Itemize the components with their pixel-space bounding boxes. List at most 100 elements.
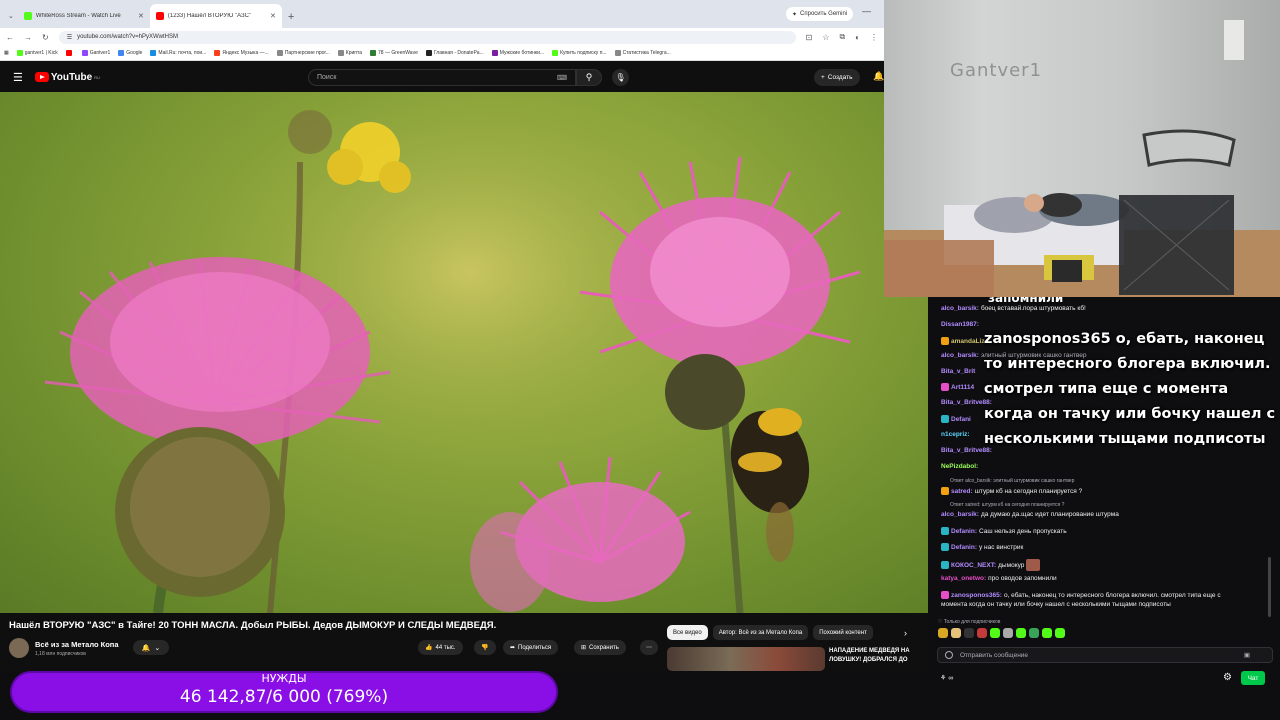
chip-author[interactable]: Автор: Всё из за Метало Копа [712,625,809,640]
close-icon[interactable]: ✕ [138,12,144,20]
bookmark[interactable]: 78 — GreenWave [370,50,418,56]
chat-scrollbar[interactable] [1268,557,1271,617]
chevron-right-icon[interactable]: › [904,628,907,638]
chip-similar[interactable]: Похожий контент [813,625,873,640]
dislike-button[interactable]: 👎 [474,640,496,655]
tab-list-icon[interactable]: ⌄ [8,12,14,20]
emote-icon[interactable] [1029,628,1039,638]
voice-search-button[interactable]: 🎙 [612,69,629,86]
channel-avatar[interactable] [9,638,29,658]
emoji-icon[interactable] [945,651,953,659]
like-button[interactable]: 👍 44 тыс. [418,640,463,655]
chat-input[interactable]: Отправить сообщение ▣ [937,647,1273,663]
thumbs-down-icon: 👎 [481,645,489,651]
chip-all-videos[interactable]: Все видео [667,625,708,640]
sub-badge-icon [941,415,949,423]
save-icon: ⊞ [581,645,587,651]
create-button[interactable]: + Создать [814,69,860,86]
share-icon: ➦ [510,645,516,651]
bookmark-folder[interactable]: Партнерские прог... [276,50,330,56]
send-icon[interactable]: ▣ [1244,651,1250,659]
save-button[interactable]: ⊞ Сохранить [574,640,626,655]
search-input[interactable]: Поиск ⌨ [308,69,576,86]
chat-message: Art1114 [941,383,974,391]
install-icon[interactable]: ⊡ [806,33,813,42]
sub-badge-icon [941,527,949,535]
url-field[interactable]: ☰ youtube.com/watch?v=hPyXWwtHSM [58,30,796,44]
minimize-icon[interactable]: — [862,6,871,16]
emote-icon[interactable] [1055,628,1065,638]
bookmark-star-icon[interactable]: ☆ [822,33,829,42]
emote-icon[interactable] [951,628,961,638]
bookmark[interactable] [65,50,74,56]
chat-message: Bita_v_Brit [941,368,976,375]
share-button[interactable]: ➦ Поделиться [503,640,559,655]
apps-grid-icon[interactable]: ▦ [4,50,9,56]
site-info-icon[interactable]: ☰ [67,34,72,41]
address-bar-row: ← → ↻ ☰ youtube.com/watch?v=hPyXWwtHSM ⊡ … [0,28,884,46]
notifications-bell-icon[interactable]: 🔔 [873,71,884,82]
channel-name[interactable]: Всё из за Метало Копа [35,640,119,649]
emote-icon[interactable] [964,628,974,638]
more-dots-icon: ⋯ [646,645,652,651]
emote-icon[interactable] [977,628,987,638]
bookmark[interactable]: Яндекс Музыка —... [214,50,269,56]
video-title: Нашёл ВТОРУЮ "АЗС" в Тайге! 20 ТОНН МАСЛ… [9,620,497,631]
chat-message: Dissan1987: [941,321,979,328]
emote-icon[interactable] [1003,628,1013,638]
recommended-video-title[interactable]: НАПАДЕНИЕ МЕДВЕДЯ НА ЛОВУШКУ! ДОБРАЛСЯ Д… [829,647,924,665]
emote-icon[interactable] [938,628,948,638]
chat-message: Defanin: Саш нельзя день пропускать [941,527,1067,535]
video-player[interactable] [0,92,928,613]
recommended-video-thumbnail[interactable] [667,647,825,671]
forward-icon[interactable]: → [24,33,32,42]
emote-bar [938,628,1065,638]
bookmark[interactable]: gantver1 | Kick [16,50,58,56]
keyboard-icon[interactable]: ⌨ [557,74,567,82]
donation-goal-bar: НУЖДЫ 46 142,87/6 000 (769%) [12,672,556,711]
overlay-text: о, ебать, наконец то интересного блогера… [984,331,1276,447]
chat-message: Defani [941,415,971,423]
emote-icon[interactable] [1042,628,1052,638]
sub-badge-icon [941,383,949,391]
reload-icon[interactable]: ↻ [42,33,49,42]
chat-send-button[interactable]: Чат [1241,671,1265,685]
bookmark[interactable]: Gantver1 [81,50,110,56]
extensions-icon[interactable]: ⧉ [839,32,845,42]
more-actions-button[interactable]: ⋯ [640,640,658,655]
webcam-overlay: Gantver1 [884,0,1280,297]
highlighted-message-overlay: zanosponos365 о, ебать, наконец то интер… [984,327,1276,487]
bookmark-folder[interactable]: Статистика Telegra... [614,50,671,56]
bookmark-folder[interactable]: Крипта [337,50,362,56]
subscribed-button[interactable]: 🔔 ⌄ [133,640,169,655]
hamburger-menu-icon[interactable]: ☰ [13,71,23,84]
sub-badge-icon [941,543,949,551]
chat-message: КОКОС_NEXT: дымокур [941,559,1041,571]
profile-icon[interactable]: ◐ [855,33,860,42]
browser-tabstrip: ⌄ WhiteRoss Stream - Watch Live ✕ (1233)… [0,0,884,28]
emote-icon[interactable] [990,628,1000,638]
bookmark[interactable]: Купить подписку п... [552,50,607,56]
back-icon[interactable]: ← [6,33,14,42]
bookmarks-bar: ▦ gantver1 | Kick Gantver1 Google Mail.R… [0,46,884,61]
youtube-logo[interactable]: YouTube RU [34,72,100,83]
search-button[interactable]: ⚲ [576,69,602,86]
gear-icon[interactable]: ⚙ [1223,672,1232,683]
search-icon: ⚲ [585,72,593,82]
bookmark[interactable]: Мужские ботинки... [491,50,544,56]
thumbs-up-icon: 👍 [425,645,433,651]
browser-tab-kick[interactable]: WhiteRoss Stream - Watch Live ✕ [17,4,150,28]
menu-dots-icon[interactable]: ⋮ [870,33,878,42]
browser-tab-youtube[interactable]: (1233) Нашёл ВТОРУЮ "АЗС" ✕ [149,4,282,28]
url-text: youtube.com/watch?v=hPyXWwtHSM [77,34,178,40]
emote-icon[interactable] [1016,628,1026,638]
points-icon[interactable]: ⚘ ∞ [940,674,953,682]
gemini-button[interactable]: ✦ Спросить Gemini [786,7,854,21]
close-icon[interactable]: ✕ [270,12,276,20]
bookmark[interactable]: Google [118,50,142,56]
video-info: Нашёл ВТОРУЮ "АЗС" в Тайге! 20 ТОНН МАСЛ… [0,613,928,671]
bookmark[interactable]: Главная - DonatePa... [425,50,484,56]
bookmark[interactable]: Mail.Ru: почта, пои... [150,50,206,56]
sub-badge-icon [941,561,949,569]
new-tab-icon[interactable]: + [288,11,294,23]
